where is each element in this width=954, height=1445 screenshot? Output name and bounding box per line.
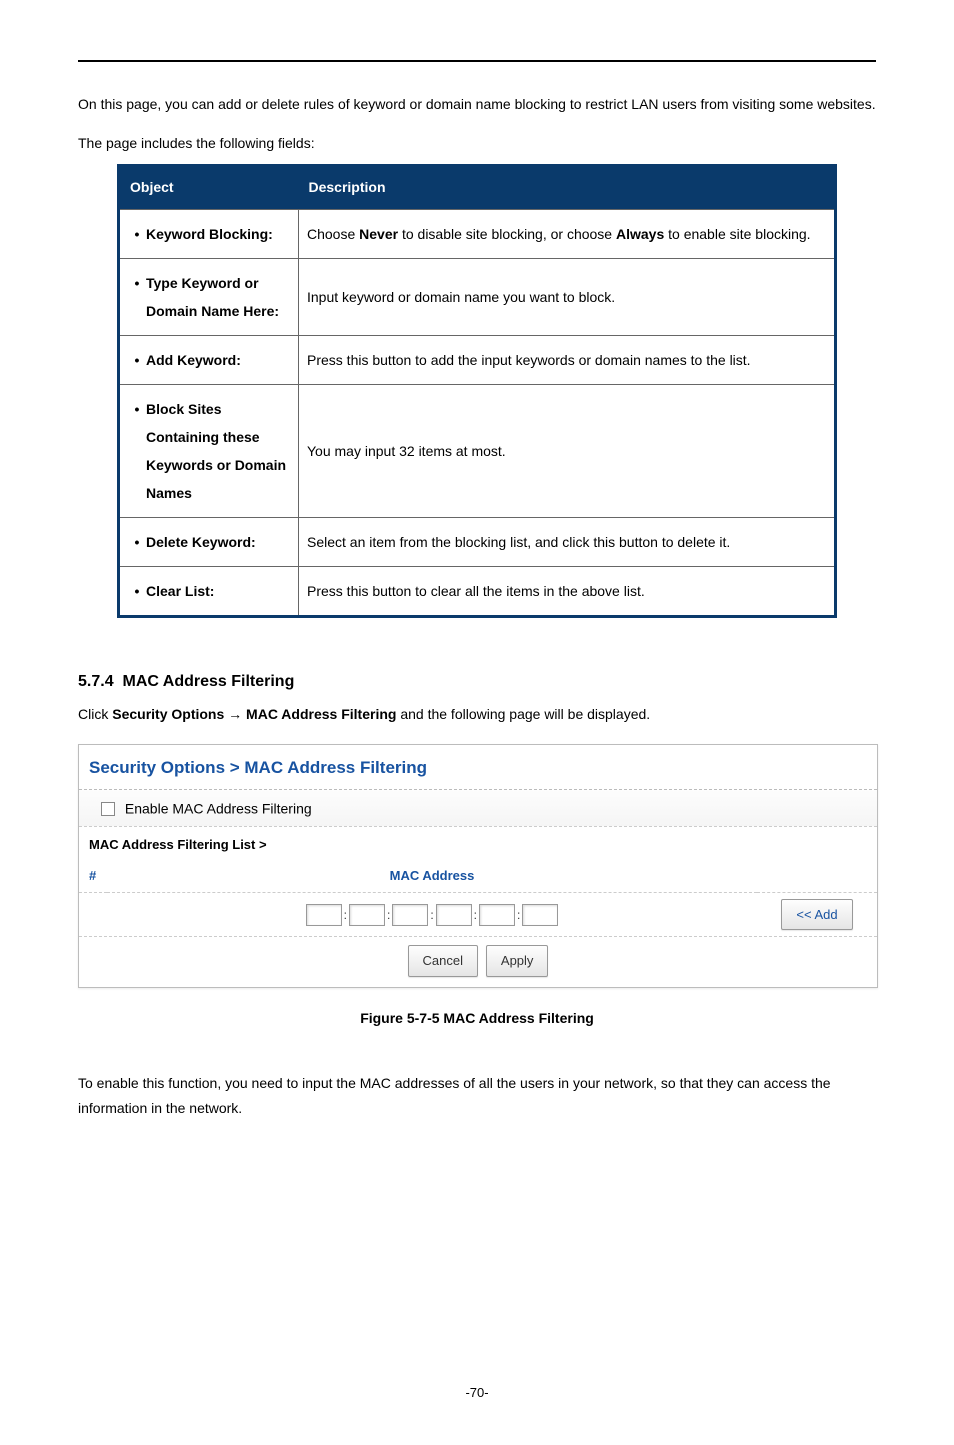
mac-table: # MAC Address ::::: << Add	[79, 860, 877, 936]
table-row: •Block Sites Containing these Keywords o…	[119, 384, 836, 517]
col-action	[757, 860, 877, 892]
cancel-button[interactable]: Cancel	[408, 945, 478, 976]
enable-checkbox[interactable]	[101, 802, 115, 816]
table-row: •Type Keyword or Domain Name Here: Input…	[119, 258, 836, 335]
desc-text: to enable site blocking.	[664, 226, 810, 242]
colon-icon: :	[428, 908, 435, 922]
obj-label: Clear List:	[146, 577, 290, 605]
desc-bold: Always	[616, 226, 664, 242]
text: Click	[78, 706, 112, 722]
page-number: -70-	[78, 1381, 876, 1404]
colon-icon: :	[472, 908, 479, 922]
mac-octet-6[interactable]	[522, 904, 558, 926]
fields-intro: The page includes the following fields:	[78, 131, 876, 156]
bullet-icon: •	[128, 395, 146, 507]
mac-octet-1[interactable]	[306, 904, 342, 926]
obj-label: Keyword Blocking:	[146, 220, 290, 248]
enable-row: Enable MAC Address Filtering	[79, 790, 877, 827]
th-object: Object	[119, 166, 299, 209]
th-description: Description	[299, 166, 836, 209]
add-button[interactable]: << Add	[781, 899, 852, 930]
section-title: MAC Address Filtering	[122, 673, 294, 690]
mac-octet-4[interactable]	[436, 904, 472, 926]
desc-text: Choose	[307, 226, 359, 242]
bullet-icon: •	[128, 528, 146, 556]
mac-address-inputs: :::::	[107, 892, 757, 936]
mac-octet-5[interactable]	[479, 904, 515, 926]
desc-cell: You may input 32 items at most.	[299, 384, 836, 517]
table-row: •Delete Keyword: Select an item from the…	[119, 517, 836, 566]
fields-table: Object Description •Keyword Blocking: Ch…	[117, 164, 837, 617]
click-instruction: Click Security Options → MAC Address Fil…	[78, 702, 876, 727]
col-hash: #	[79, 860, 107, 892]
intro-text: On this page, you can add or delete rule…	[78, 92, 876, 117]
mac-octet-2[interactable]	[349, 904, 385, 926]
figure-caption: Figure 5-7-5 MAC Address Filtering	[78, 1006, 876, 1031]
desc-cell: Choose Never to disable site blocking, o…	[299, 209, 836, 258]
text-bold: MAC Address Filtering	[246, 706, 396, 722]
enable-label: Enable MAC Address Filtering	[125, 801, 312, 817]
colon-icon: :	[342, 908, 349, 922]
text-bold: Security Options	[112, 706, 224, 722]
desc-cell: Select an item from the blocking list, a…	[299, 517, 836, 566]
panel-title: Security Options > MAC Address Filtering	[79, 745, 877, 791]
table-row: •Add Keyword: Press this button to add t…	[119, 335, 836, 384]
text: and the following page will be displayed…	[396, 706, 650, 722]
section-num: 5.7.4	[78, 673, 114, 690]
bullet-icon: •	[128, 269, 146, 325]
apply-button[interactable]: Apply	[486, 945, 549, 976]
obj-label: Block Sites Containing these Keywords or…	[146, 395, 290, 507]
mac-filtering-panel: Security Options > MAC Address Filtering…	[78, 744, 878, 988]
obj-label: Delete Keyword:	[146, 528, 290, 556]
mac-input-row: ::::: << Add	[79, 892, 877, 936]
bullet-icon: •	[128, 220, 146, 248]
enable-paragraph: To enable this function, you need to inp…	[78, 1071, 876, 1121]
desc-bold: Never	[359, 226, 398, 242]
list-heading: MAC Address Filtering List >	[79, 827, 877, 860]
bullet-icon: •	[128, 577, 146, 605]
colon-icon: :	[385, 908, 392, 922]
desc-cell: Press this button to clear all the items…	[299, 566, 836, 616]
table-row: •Clear List: Press this button to clear …	[119, 566, 836, 616]
col-mac: MAC Address	[107, 860, 757, 892]
desc-text: to disable site blocking, or choose	[398, 226, 616, 242]
obj-label: Add Keyword:	[146, 346, 290, 374]
obj-label: Type Keyword or Domain Name Here:	[146, 269, 290, 325]
desc-cell: Input keyword or domain name you want to…	[299, 258, 836, 335]
table-row: •Keyword Blocking: Choose Never to disab…	[119, 209, 836, 258]
top-rule	[78, 60, 876, 62]
desc-cell: Press this button to add the input keywo…	[299, 335, 836, 384]
panel-footer: Cancel Apply	[79, 936, 877, 986]
section-heading: 5.7.4 MAC Address Filtering	[78, 668, 876, 697]
mac-octet-3[interactable]	[392, 904, 428, 926]
bullet-icon: •	[128, 346, 146, 374]
arrow-icon: →	[224, 706, 246, 722]
colon-icon: :	[515, 908, 522, 922]
